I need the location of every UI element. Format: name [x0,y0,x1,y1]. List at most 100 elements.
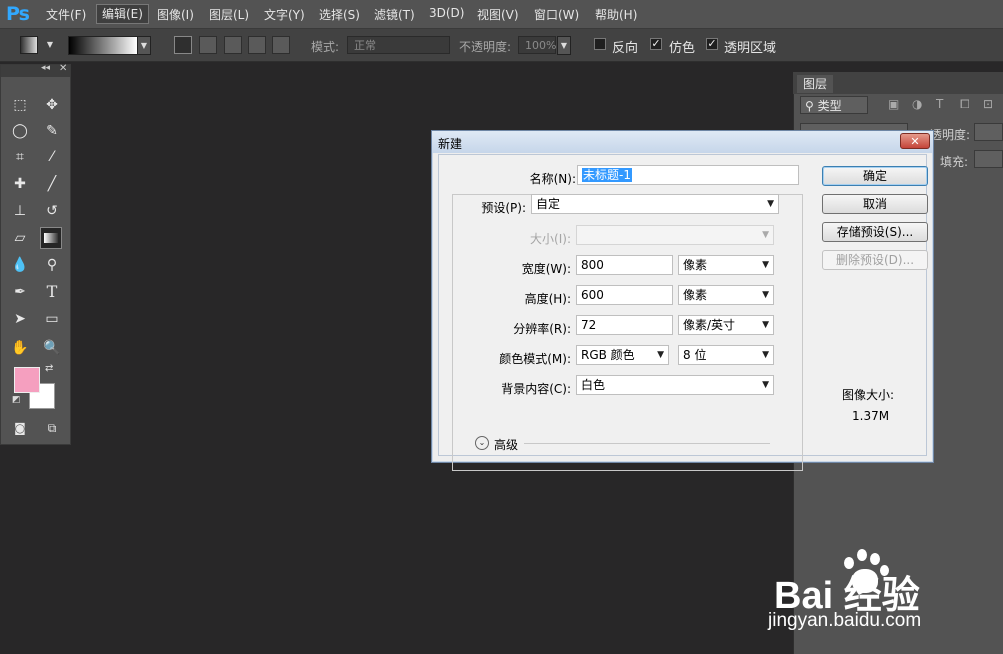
zoom-tool-icon[interactable]: 🔍 [41,337,63,359]
gradient-dropdown-icon[interactable]: ▼ [137,36,151,55]
background-contents-value: 白色 [581,378,606,392]
dialog-title-bar[interactable]: 新建 ✕ [432,131,933,153]
layers-tab[interactable]: 图层 [797,75,833,93]
advanced-label: 高级 [494,438,519,452]
default-colors-icon[interactable]: ◩ [12,395,21,405]
smart-object-filter-icon[interactable]: ⊡ [983,97,993,111]
diamond-gradient-button[interactable] [272,36,290,54]
resolution-unit-select[interactable]: 像素/英寸 ▼ [678,315,774,335]
linear-gradient-button[interactable] [174,36,192,54]
preset-select[interactable]: 自定 ▼ [531,194,779,214]
menu-filter[interactable]: 滤镜(T) [374,6,415,23]
background-contents-label: 背景内容(C): [501,382,571,396]
menu-help[interactable]: 帮助(H) [595,6,637,23]
type-filter-icon[interactable]: T [936,97,943,111]
eraser-tool-icon[interactable]: ▱ [9,227,31,249]
path-selection-tool-icon[interactable]: ➤ [9,308,31,330]
collapse-icon[interactable]: ◂◂ [41,63,50,73]
mode-label: 模式: [311,40,340,54]
lasso-tool-icon[interactable]: ◯ [9,120,31,142]
menu-file[interactable]: 文件(F) [46,6,86,23]
background-contents-select[interactable]: 白色 ▼ [576,375,774,395]
name-input[interactable]: 未标题-1 [577,165,799,185]
width-unit-value: 像素 [683,258,708,272]
blur-tool-icon[interactable]: 💧 [9,254,31,276]
color-mode-value: RGB 颜色 [581,348,635,362]
menu-view[interactable]: 视图(V) [477,6,519,23]
advanced-expand-icon[interactable]: ⌄ [475,436,489,450]
name-input-value: 未标题-1 [582,168,632,182]
layer-opacity-input[interactable] [974,123,1003,141]
history-brush-tool-icon[interactable]: ↺ [41,200,63,222]
rectangle-tool-icon[interactable]: ▭ [41,308,63,330]
ok-button[interactable]: 确定 [822,166,928,186]
cancel-button[interactable]: 取消 [822,194,928,214]
reverse-checkbox[interactable] [594,38,606,50]
width-unit-select[interactable]: 像素 ▼ [678,255,774,275]
width-input[interactable]: 800 [576,255,673,275]
crop-tool-icon[interactable]: ⌗ [9,146,31,168]
chevron-down-icon: ▼ [767,199,774,209]
clone-stamp-tool-icon[interactable]: ⊥ [9,200,31,222]
menu-type[interactable]: 文字(Y) [264,6,305,23]
resolution-input[interactable]: 72 [576,315,673,335]
pixel-filter-icon[interactable]: ▣ [888,97,899,111]
tools-panel: ◂◂ ✕ ⬚ ✥ ◯ ✎ ⌗ ⁄ ✚ ╱ ⊥ ↺ ▱ 💧 ⚲ ✒ T ➤ ▭ ✋… [0,63,71,445]
pen-tool-icon[interactable]: ✒ [9,281,31,303]
tools-panel-header[interactable]: ◂◂ ✕ [1,63,70,77]
chevron-down-icon: ▼ [762,260,769,270]
dialog-title: 新建 [438,137,463,151]
layer-filter-select[interactable]: ⚲ 类型 [800,96,868,114]
dialog-close-button[interactable]: ✕ [900,133,930,149]
menu-window[interactable]: 窗口(W) [534,6,579,23]
name-label: 名称(N): [529,172,576,186]
chevron-down-icon: ▼ [762,290,769,300]
layer-opacity-label: 透明度: [930,128,971,142]
gradient-picker[interactable] [68,36,138,55]
photoshop-logo: Ps [6,3,30,25]
screen-mode-icon[interactable]: ⧉ [41,417,63,439]
reflected-gradient-button[interactable] [248,36,266,54]
hand-tool-icon[interactable]: ✋ [9,337,31,359]
opacity-dropdown-icon[interactable]: ▼ [557,36,571,55]
shape-filter-icon[interactable]: ⧠ [960,97,970,112]
save-preset-button[interactable]: 存储预设(S)... [822,222,928,242]
bit-depth-select[interactable]: 8 位 ▼ [678,345,774,365]
brush-tool-icon[interactable]: ╱ [41,173,63,195]
healing-brush-tool-icon[interactable]: ✚ [9,173,31,195]
radial-gradient-button[interactable] [199,36,217,54]
delete-preset-button: 删除预设(D)... [822,250,928,270]
close-icon[interactable]: ✕ [59,63,67,74]
menu-select[interactable]: 选择(S) [319,6,360,23]
tool-preset-chevron-icon[interactable]: ▼ [44,36,56,53]
eyedropper-tool-icon[interactable]: ⁄ [41,146,63,168]
fill-input[interactable] [974,150,1003,168]
angle-gradient-button[interactable] [224,36,242,54]
menu-image[interactable]: 图像(I) [157,6,194,23]
height-input[interactable]: 600 [576,285,673,305]
move-tool-icon[interactable]: ✥ [41,94,63,116]
dodge-tool-icon[interactable]: ⚲ [41,254,63,276]
quick-mask-icon[interactable]: ◙ [9,417,31,439]
transparency-checkbox[interactable]: ✓ [706,38,718,50]
menu-3d[interactable]: 3D(D) [429,6,464,20]
menu-layer[interactable]: 图层(L) [209,6,249,23]
gradient-tool-preset-icon[interactable] [20,36,38,54]
menu-edit[interactable]: 编辑(E) [96,4,149,24]
marquee-tool-icon[interactable]: ⬚ [9,94,31,116]
gradient-tool-icon[interactable] [40,227,62,249]
type-tool-icon[interactable]: T [41,281,63,303]
foreground-color-swatch[interactable] [14,367,40,393]
image-size-value: 1.37M [852,409,890,423]
preset-label: 预设(P): [481,201,526,215]
dither-checkbox[interactable]: ✓ [650,38,662,50]
mode-select[interactable]: 正常 [347,36,450,54]
height-unit-select[interactable]: 像素 ▼ [678,285,774,305]
opacity-input[interactable]: 100% [518,36,556,54]
adjustment-filter-icon[interactable]: ◑ [912,97,922,111]
width-label: 宽度(W): [521,262,571,276]
quick-select-tool-icon[interactable]: ✎ [41,120,63,142]
opacity-label: 不透明度: [459,40,512,54]
color-mode-select[interactable]: RGB 颜色 ▼ [576,345,669,365]
swap-colors-icon[interactable]: ⇄ [45,363,53,374]
